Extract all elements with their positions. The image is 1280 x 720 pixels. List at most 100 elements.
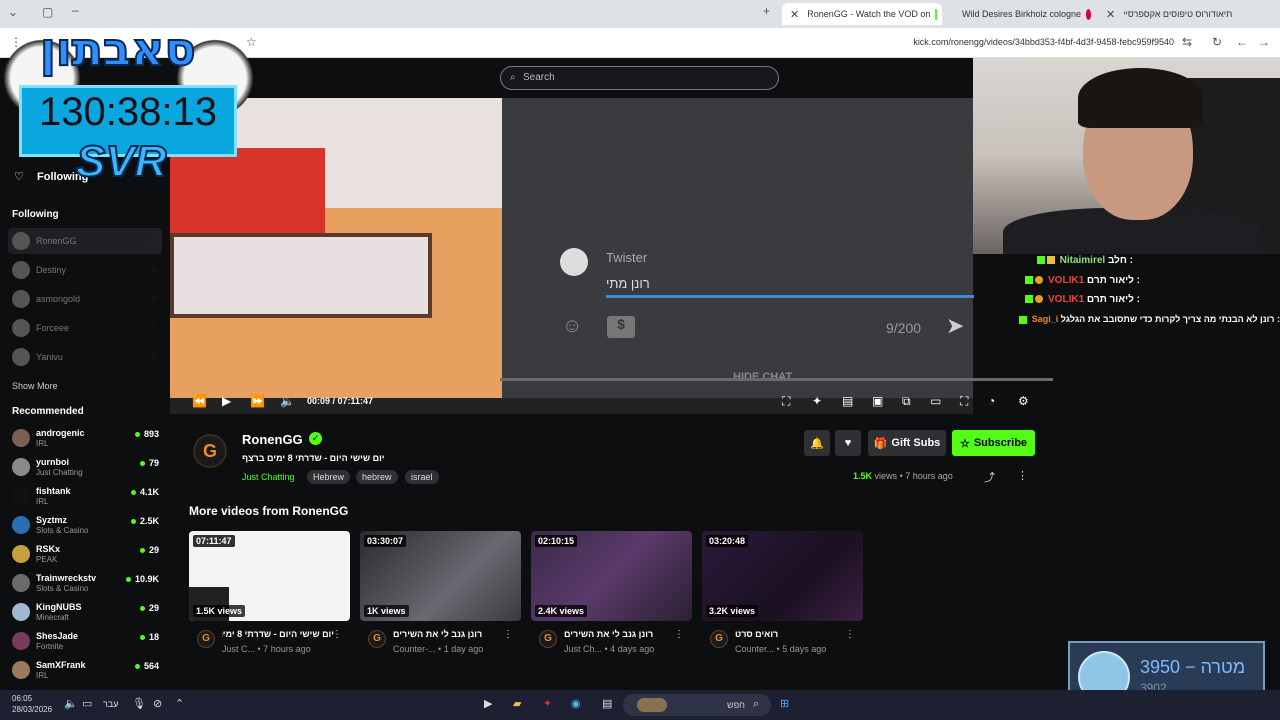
sidebar-item-shesjade[interactable]: ShesJade Fortnite 18 [8,628,162,654]
video-thumbnail[interactable]: 03:30:07 1K views [360,531,521,621]
new-tab-icon[interactable]: + [763,4,770,18]
subscribe-button[interactable]: ☆ Subscribe [952,430,1035,456]
show-more-link[interactable]: Show More [12,381,58,391]
video-thumbnail[interactable]: 02:10:15 2.4K views [531,531,692,621]
channel-avatar[interactable]: G [197,630,215,648]
rewind-icon[interactable]: ⏪ [192,394,207,408]
translate-icon[interactable]: ⇆ [1182,35,1192,49]
video-card-title[interactable]: רונן גנב לי את השירים [564,629,676,639]
language-indicator[interactable]: עבר [103,699,118,709]
sidebar-item-kingnubs[interactable]: KingNUBS Minecraft 29 [8,599,162,625]
channel-avatar[interactable]: G [710,630,728,648]
theater-icon[interactable]: ▭ [930,394,941,408]
close-tab-icon[interactable]: ✕ [790,8,799,21]
video-card[interactable]: 07:11:47 1.5K views G יום שישי היום - שד… [189,531,350,661]
video-card-title[interactable]: רואים סרט [735,629,847,639]
sparkle-icon[interactable]: ✦ [812,394,822,408]
sidebar-item-androgenic[interactable]: androgenic IRL 893 [8,425,162,451]
sidebar-item-fishtank[interactable]: fishtank IRL 4.1K [8,483,162,509]
sidebar-item-asmongold[interactable]: asmongold ◌ [8,286,162,312]
file-explorer-icon[interactable]: ▰ [513,697,521,710]
close-tab-icon[interactable]: ✕ [1106,8,1115,21]
card-options-icon[interactable]: ⋮ [503,629,513,640]
search-icon: ⌕ [753,698,760,710]
tab-title: RonenGG - Watch the VOD on [807,9,931,19]
share-icon[interactable]: ⤴ [984,469,995,485]
play-icon[interactable]: ▶ [222,394,231,408]
sidebar-item-destiny[interactable]: Destiny ◌ [8,257,162,283]
chrome-icon[interactable]: ◉ [571,697,581,710]
tab-ronengg[interactable]: ✕ RonenGG - Watch the VOD on [782,3,942,25]
kick-badge-icon [1025,276,1034,285]
sidebar-item-forceee[interactable]: Forceee ◌ [8,315,162,341]
channel-avatar[interactable]: G [368,630,386,648]
media-player-icon[interactable]: ▶ [484,697,492,710]
pip-icon[interactable]: ⧉ [902,394,911,409]
duration-badge: 03:30:07 [364,535,407,547]
tab-wild-desires[interactable]: Wild Desires Birkholz cologne [946,3,1096,25]
sidebar-item-samxfrank[interactable]: SamXFrank IRL 564 [8,657,162,683]
video-card[interactable]: 03:30:07 1K views G רונן גנב לי את השירי… [360,531,521,661]
taskbar-search-input[interactable]: חפש ⌕ [623,694,771,716]
network-icon[interactable]: ▭ [82,697,92,710]
minimize-icon[interactable]: – [72,3,79,17]
url-text[interactable]: kick.com/ronengg/videos/34bbd353-f4bf-4d… [913,37,1174,47]
window-icon[interactable]: ▤ [602,697,612,710]
stats-icon[interactable]: ▤ [842,394,853,408]
category-link[interactable]: Just Chatting [242,472,295,482]
card-options-icon[interactable]: ⋮ [332,629,342,640]
card-options-icon[interactable]: ⋮ [674,629,684,640]
clock[interactable]: 06:05 28/03/2026 [12,693,52,715]
char-counter: 9/200 [886,320,922,336]
video-card[interactable]: 02:10:15 2.4K views G רונן גנב לי את השי… [531,531,692,661]
settings-gear-icon[interactable]: ⚙ [1018,394,1029,408]
card-options-icon[interactable]: ⋮ [845,629,855,640]
video-card-title[interactable]: יום שישי היום - שדרתי 8 ימים ברצף [222,629,334,639]
chevron-up-icon[interactable]: ⌃ [175,697,184,710]
tab-title: תיאודורוס טיפוסים אקספרסיי [1123,9,1233,19]
miniplayer-icon[interactable]: ▣ [872,394,883,408]
video-card[interactable]: 03:20:48 3.2K views G רואים סרט Counter.… [702,531,863,661]
video-card-title[interactable]: רונן גנב לי את השירים [393,629,505,639]
volume-icon[interactable]: 🔈 [280,394,295,408]
follow-heart-button[interactable]: ♥ [835,430,861,456]
tab-search-icon[interactable]: ⌄ [8,5,18,19]
app-icon[interactable]: ✦ [543,697,552,710]
avatar [12,232,30,250]
sidebar-item-rskx[interactable]: RSKx PEAK 29 [8,541,162,567]
search-input[interactable]: ⌕ Search [500,66,779,90]
viewer-count: 79 [140,458,159,468]
clip-icon[interactable]: ⛶ [782,394,790,409]
tag-hebrew-lower[interactable]: hebrew [356,470,398,484]
windows-start-icon[interactable]: ⊞ [780,697,789,710]
progress-bar[interactable] [500,378,1053,381]
recommended-header: Recommended [12,406,84,417]
gift-subs-button[interactable]: 🎁 Gift Subs [868,430,946,456]
reload-icon[interactable]: ↻ [1212,35,1222,49]
notification-bell-button[interactable]: 🔔 [804,430,830,456]
more-options-icon[interactable]: ⋮ [1017,469,1028,482]
no-wifi-icon[interactable]: ⊘ [153,697,162,710]
video-thumbnail[interactable]: 07:11:47 1.5K views [189,531,350,621]
channel-name[interactable]: RonenGG [242,432,303,447]
back-icon[interactable]: ← [1236,35,1248,49]
bookmark-star-icon[interactable]: ☆ [246,35,257,49]
sidebar-item-ronengg[interactable]: RonenGG ◌ [8,228,162,254]
video-thumbnail[interactable]: 03:20:48 3.2K views [702,531,863,621]
speed-icon[interactable]: ◔ [988,394,995,408]
sidebar-item-yurnboi[interactable]: yurnboi Just Chatting 79 [8,454,162,480]
channel-avatar[interactable]: G [539,630,557,648]
speaker-icon[interactable]: 🔈 [64,697,78,710]
tag-hebrew[interactable]: Hebrew [307,470,351,484]
fullscreen-icon[interactable]: ⛶ [960,394,968,409]
tag-israel[interactable]: israel [405,470,439,484]
channel-avatar[interactable]: G [193,434,227,468]
tab-third[interactable]: ✕ תיאודורוס טיפוסים אקספרסיי [1098,3,1248,25]
mic-icon[interactable]: 🎙 [132,697,146,710]
forward-icon[interactable]: → [1258,35,1270,49]
sidebar-item-trainwreckstv[interactable]: Trainwreckstv Slots & Casino 10.9K [8,570,162,596]
avatar [12,487,30,505]
sidebar-item-yanivu[interactable]: Yanivu ◌ [8,344,162,370]
sidebar-item-syztmz[interactable]: Syztmz Slots & Casino 2.5K [8,512,162,538]
fast-forward-icon[interactable]: ⏩ [250,394,265,408]
